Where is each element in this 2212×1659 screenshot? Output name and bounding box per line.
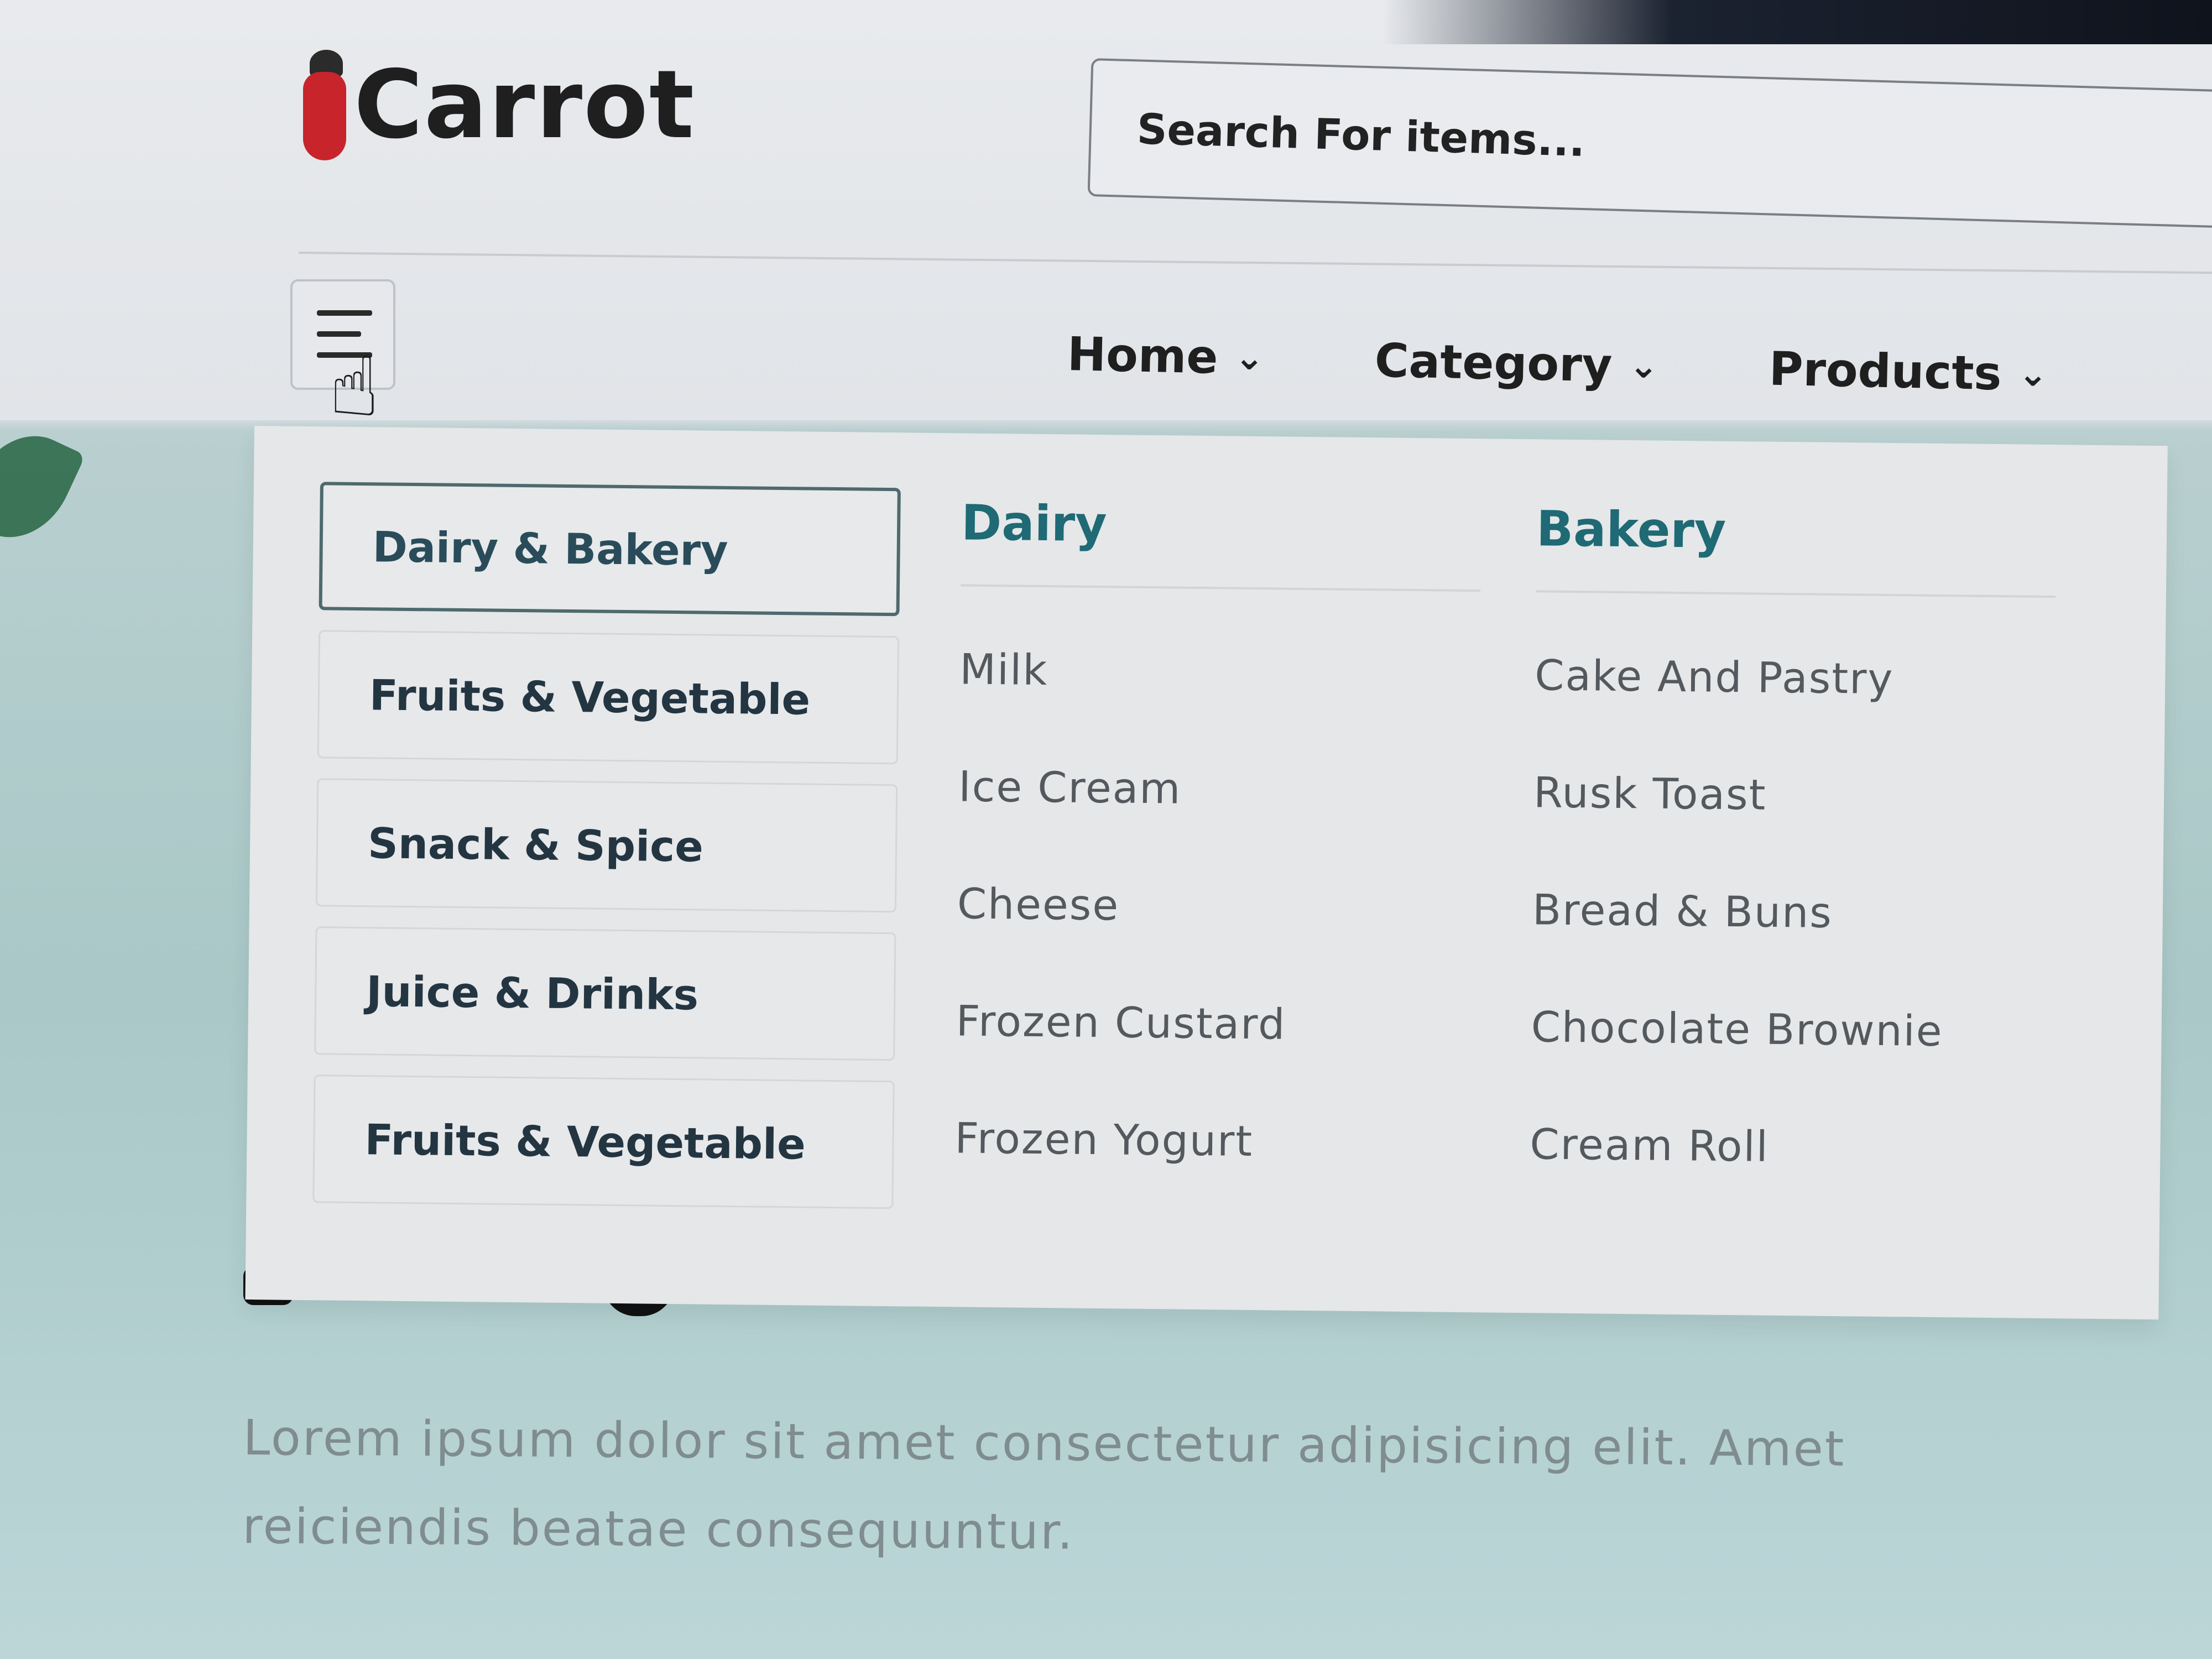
- category-tab-dairy-bakery[interactable]: Dairy & Bakery: [319, 482, 901, 617]
- nav-home-label: Home: [1066, 327, 1219, 384]
- link-milk[interactable]: Milk: [959, 636, 1480, 759]
- link-bread-buns[interactable]: Bread & Buns: [1531, 877, 2052, 999]
- link-cream-roll[interactable]: Cream Roll: [1529, 1111, 2050, 1234]
- carrot-icon: [299, 50, 348, 160]
- dairy-column: Dairy Milk Ice Cream Cheese Frozen Custa…: [954, 494, 1481, 1228]
- nav-products[interactable]: Products ⌄: [1768, 342, 2048, 402]
- category-tab-fruits-vegetable[interactable]: Fruits & Vegetable: [317, 630, 900, 765]
- link-frozen-custard[interactable]: Frozen Custard: [955, 988, 1476, 1110]
- link-ice-cream[interactable]: Ice Cream: [958, 753, 1479, 876]
- link-cheese[interactable]: Cheese: [956, 870, 1477, 993]
- mega-menu: Dairy & Bakery Fruits & Vegetable Snack …: [245, 426, 2168, 1320]
- nav-home[interactable]: Home ⌄: [1067, 327, 1265, 385]
- link-rusk-toast[interactable]: Rusk Toast: [1533, 759, 2054, 882]
- nav-products-label: Products: [1768, 341, 2002, 401]
- link-chocolate-brownie[interactable]: Chocolate Brownie: [1530, 994, 2051, 1117]
- category-list: Dairy & Bakery Fruits & Vegetable Snack …: [312, 482, 901, 1229]
- hamburger-menu-icon: [317, 310, 372, 316]
- site-header: Carrot ☝ Home ⌄ Category ⌄ Products ⌄: [0, 0, 2212, 429]
- category-tab-fruits-vegetable-2[interactable]: Fruits & Vegetable: [312, 1074, 895, 1209]
- search-box: [1087, 58, 2212, 229]
- dark-edge: [1383, 0, 2212, 44]
- logo[interactable]: Carrot: [299, 44, 695, 166]
- category-tab-juice-drinks[interactable]: Juice & Drinks: [314, 926, 896, 1061]
- nav-category[interactable]: Category ⌄: [1374, 333, 1659, 394]
- link-frozen-yogurt[interactable]: Frozen Yogurt: [954, 1105, 1475, 1228]
- chevron-down-icon: ⌄: [1628, 345, 1659, 387]
- brand-name: Carrot: [354, 50, 696, 160]
- link-cake-and-pastry[interactable]: Cake And Pastry: [1534, 642, 2055, 765]
- chevron-down-icon: ⌄: [1234, 337, 1265, 379]
- bakery-column: Bakery Cake And Pastry Rusk Toast Bread …: [1529, 500, 2057, 1234]
- hand-cursor-icon: ☝: [329, 339, 380, 435]
- chevron-down-icon: ⌄: [2017, 353, 2048, 395]
- search-input[interactable]: [1135, 95, 2134, 190]
- main-nav: Home ⌄ Category ⌄ Products ⌄: [1066, 310, 2159, 421]
- category-tab-snack-spice[interactable]: Snack & Spice: [315, 778, 898, 913]
- dairy-heading: Dairy: [961, 494, 1481, 592]
- nav-category-label: Category: [1374, 333, 1613, 393]
- header-divider: [298, 252, 2212, 274]
- hero-description: Lorem ipsum dolor sit amet consectetur a…: [242, 1408, 1846, 1561]
- bakery-heading: Bakery: [1535, 500, 2057, 598]
